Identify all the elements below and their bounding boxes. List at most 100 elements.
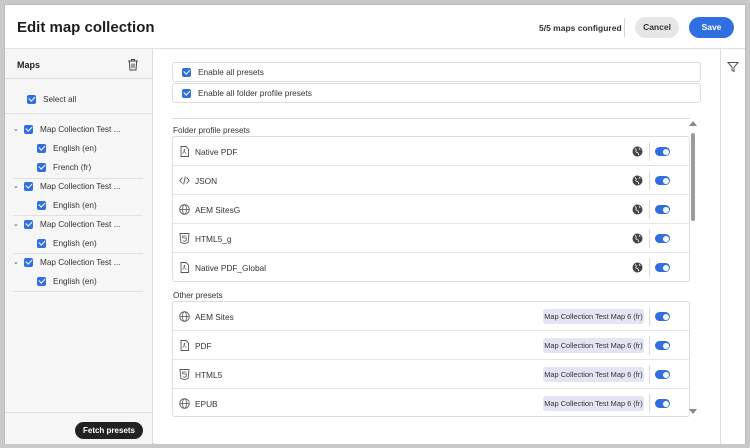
divider [649,336,650,355]
preset-name: JSON [195,176,218,186]
preset-row: Native PDF_Global [173,253,689,282]
filter-rail [720,49,745,444]
presets-scrollbar[interactable] [689,121,697,415]
collection-row[interactable]: ⌄ Map Collection Test ... [13,178,120,194]
collection-label: Map Collection Test ... [40,124,121,134]
language-checkbox[interactable] [37,162,46,172]
other-presets-heading: Other presets [173,291,223,300]
preset-toggle[interactable] [655,234,670,243]
preset-toggle[interactable] [655,370,670,379]
preset-toggle[interactable] [655,341,670,350]
preset-toggle[interactable] [655,147,670,156]
chevron-down-icon[interactable]: ⌄ [13,182,21,190]
preset-toggle[interactable] [655,263,670,272]
globe-icon [632,175,643,186]
trash-icon[interactable] [127,58,139,71]
preset-name: Native PDF [195,147,238,157]
save-button[interactable]: Save [689,17,734,38]
language-row[interactable]: English (en) [37,197,97,213]
pdf-icon [180,340,189,351]
language-label: English (en) [53,143,97,153]
collection-checkbox[interactable] [24,257,33,267]
maps-title: Maps [17,60,41,70]
maps-header: Maps [5,49,153,79]
collection-checkbox[interactable] [24,181,33,191]
enable-folder-checkbox[interactable] [182,88,191,98]
globe-icon [632,233,643,244]
collection-checkbox[interactable] [24,219,33,229]
preset-toggle[interactable] [655,176,670,185]
scrollbar-thumb[interactable] [691,133,695,221]
language-label: English (en) [53,200,97,210]
preset-toggle[interactable] [655,312,670,321]
language-row[interactable]: English (en) [37,140,97,156]
chevron-down-icon[interactable]: ⌄ [13,220,21,228]
scroll-up-arrow-icon[interactable] [689,121,697,126]
preset-row: JSON [173,166,689,195]
maps-sidebar: Maps Select all ⌄ Map Collection Test ..… [5,49,153,444]
select-all-row[interactable]: Select all [27,91,76,107]
map-tag: Map Collection Test Map 6 (fr) [543,367,644,382]
folder-presets-list: Native PDF JSON AEM SitesG HTML5_g Nativ… [172,136,690,282]
pdf-icon [180,146,189,157]
chevron-down-icon[interactable]: ⌄ [13,258,21,266]
language-checkbox[interactable] [37,200,46,210]
language-row[interactable]: English (en) [37,235,97,251]
select-all-checkbox[interactable] [27,94,36,104]
preset-name: EPUB [195,399,218,409]
cancel-button[interactable]: Cancel [635,17,679,38]
language-row[interactable]: English (en) [37,273,97,289]
preset-name: HTML5_g [195,234,232,244]
preset-row: AEM Sites Map Collection Test Map 6 (fr) [173,302,689,331]
preset-name: Native PDF_Global [195,263,267,273]
divider [649,258,650,277]
collection-label: Map Collection Test ... [40,257,121,267]
collection-row[interactable]: ⌄ Map Collection Test ... [13,121,120,137]
collection-checkbox[interactable] [24,124,33,134]
preset-toggle[interactable] [655,399,670,408]
filter-icon[interactable] [727,61,739,73]
presets-panel: Enable all presets Enable all folder pro… [154,49,720,444]
divider [649,394,650,413]
enable-folder-presets-row[interactable]: Enable all folder profile presets [172,83,701,103]
preset-row: PDF Map Collection Test Map 6 (fr) [173,331,689,360]
language-checkbox[interactable] [37,276,46,286]
divider [172,118,690,119]
preset-row: EPUB Map Collection Test Map 6 (fr) [173,389,689,418]
preset-name: PDF [195,341,212,351]
preset-row: Native PDF [173,137,689,166]
globe-icon [179,311,190,322]
scroll-down-arrow-icon[interactable] [689,409,697,414]
collection-row[interactable]: ⌄ Map Collection Test ... [13,254,120,270]
divider [649,307,650,326]
divider [5,412,152,413]
fetch-presets-button[interactable]: Fetch presets [75,422,143,439]
code-icon [179,176,190,185]
divider [5,113,152,114]
map-tag: Map Collection Test Map 6 (fr) [543,396,644,411]
enable-all-label: Enable all presets [198,67,264,77]
language-checkbox[interactable] [37,143,46,153]
globe-icon [179,398,190,409]
collection-label: Map Collection Test ... [40,181,121,191]
enable-all-checkbox[interactable] [182,67,191,77]
maps-configured-status: 5/5 maps configured [539,23,622,33]
globe-icon [179,204,190,215]
collection-row[interactable]: ⌄ Map Collection Test ... [13,216,120,232]
language-label: French (fr) [53,162,92,172]
dialog-title: Edit map collection [17,19,155,36]
language-label: English (en) [53,238,97,248]
enable-all-presets-row[interactable]: Enable all presets [172,62,701,82]
preset-toggle[interactable] [655,205,670,214]
preset-name: AEM SitesG [195,205,241,215]
divider [649,200,650,219]
chevron-down-icon[interactable]: ⌄ [13,125,21,133]
preset-row: HTML5 Map Collection Test Map 6 (fr) [173,360,689,389]
preset-row: HTML5_g [173,224,689,253]
edit-map-collection-dialog: Edit map collection 5/5 maps configured … [4,4,746,444]
language-checkbox[interactable] [37,238,46,248]
other-presets-list: AEM Sites Map Collection Test Map 6 (fr)… [172,301,690,417]
divider [649,229,650,248]
header-divider [624,18,625,37]
language-row[interactable]: French (fr) [37,159,91,175]
